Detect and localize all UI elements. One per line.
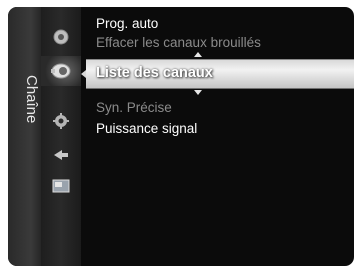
selected-item-label: Liste des canaux (96, 65, 213, 81)
application-icon[interactable] (41, 171, 81, 201)
input-icon[interactable] (41, 140, 81, 170)
picture-icon[interactable] (41, 22, 81, 52)
menu-item-prog-auto[interactable]: Prog. auto (96, 16, 158, 31)
scroll-up-arrow[interactable] (194, 52, 202, 57)
icon-column (41, 7, 81, 266)
menu-item-selected[interactable]: Liste des canaux (86, 59, 354, 89)
sidebar-label: Chaîne (23, 75, 40, 124)
menu-list: Prog. auto Effacer les canaux brouillés … (86, 7, 354, 266)
menu-item-syn-precise[interactable]: Syn. Précise (96, 100, 172, 115)
sidebar: Chaîne (8, 7, 41, 266)
menu-item-effacer-canaux[interactable]: Effacer les canaux brouillés (96, 35, 261, 50)
channel-icon[interactable] (41, 56, 81, 86)
tv-osd-menu: Chaîne Prog. auto Effacer les canaux bro… (8, 7, 354, 266)
menu-item-puissance-signal[interactable]: Puissance signal (96, 121, 197, 136)
setup-icon[interactable] (41, 106, 81, 136)
scroll-down-arrow[interactable] (194, 90, 202, 95)
